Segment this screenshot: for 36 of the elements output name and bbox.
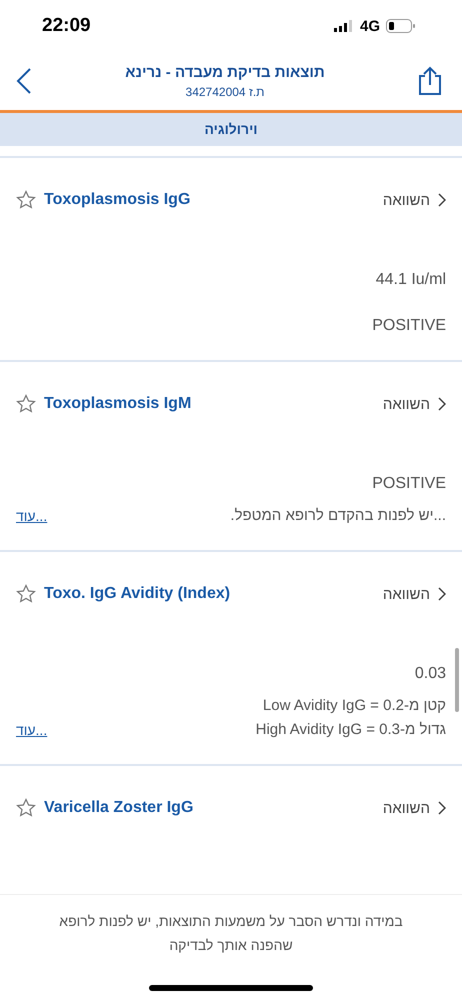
- status-time: 22:09: [42, 15, 91, 37]
- chevron-icon[interactable]: [438, 397, 446, 411]
- result-value: 44.1 Iu/ml: [374, 270, 446, 290]
- share-icon[interactable]: [418, 66, 442, 96]
- test-name[interactable]: Toxo. IgG Avidity (Index): [44, 585, 375, 603]
- back-icon[interactable]: [16, 67, 32, 95]
- compare-link[interactable]: השוואה: [382, 586, 430, 602]
- network-label: 4G: [360, 18, 380, 34]
- compare-link[interactable]: השוואה: [382, 396, 430, 412]
- section-header: וירולוגיה: [0, 113, 462, 146]
- chevron-icon[interactable]: [438, 801, 446, 815]
- page-title: תוצאות בדיקת מעבדה - נרינא: [125, 64, 325, 80]
- result-status: POSITIVE: [371, 316, 446, 336]
- compare-link[interactable]: השוואה: [382, 800, 430, 816]
- more-link[interactable]: עוד...: [16, 504, 48, 528]
- result-note: ...יש לפנות בהקדם לרופא המטפל.: [230, 506, 446, 526]
- star-icon[interactable]: [16, 798, 36, 818]
- more-link[interactable]: עוד...: [16, 718, 48, 742]
- compare-link[interactable]: השוואה: [382, 192, 430, 208]
- result-note: קטן מ-0.2 = Low Avidity IgG: [262, 696, 446, 716]
- signal-icon: [334, 20, 354, 32]
- footer-note: במידה ונדרש הסבר על משמעות התוצאות, יש לפנות לרופא שהפנה אותך לבדיקה: [58, 912, 404, 955]
- chevron-icon[interactable]: [438, 193, 446, 207]
- result-value: POSITIVE: [371, 474, 446, 494]
- star-icon[interactable]: [16, 394, 36, 414]
- test-name[interactable]: Varicella Zoster IgG: [44, 799, 375, 817]
- test-name[interactable]: Toxoplasmosis IgG: [44, 191, 375, 209]
- test-name[interactable]: Toxoplasmosis IgM: [44, 395, 375, 413]
- star-icon[interactable]: [16, 190, 36, 210]
- result-value: 0.03: [414, 664, 446, 684]
- result-note: גדול מ-0.3 = High Avidity IgG: [256, 720, 446, 740]
- star-icon[interactable]: [16, 584, 36, 604]
- id-number: ת.ז 342742004: [186, 84, 264, 98]
- scroll-bar: [455, 648, 459, 712]
- battery-icon: [386, 19, 416, 33]
- chevron-icon[interactable]: [438, 587, 446, 601]
